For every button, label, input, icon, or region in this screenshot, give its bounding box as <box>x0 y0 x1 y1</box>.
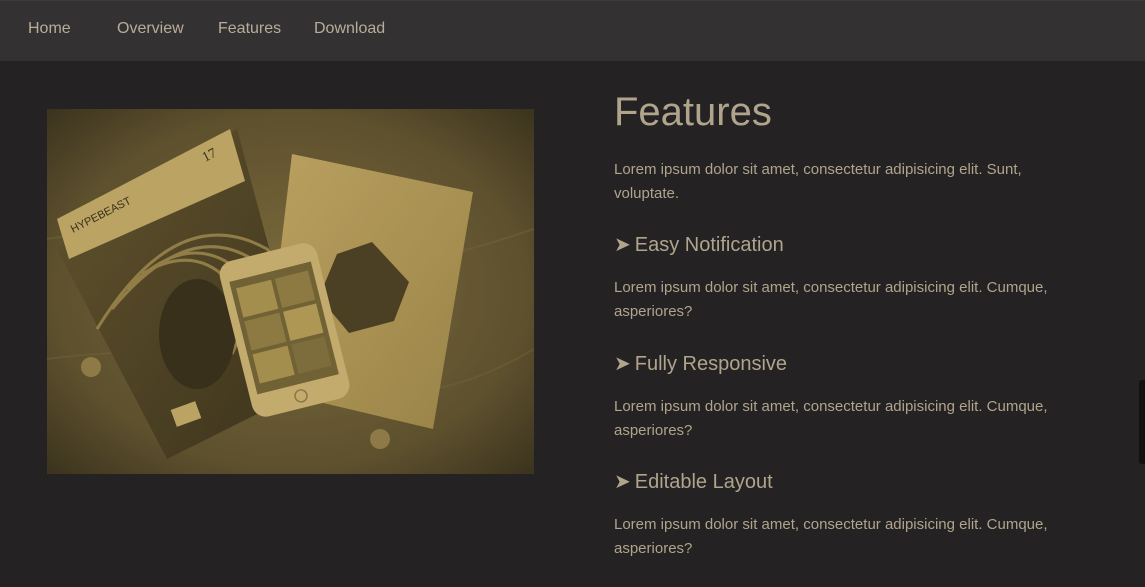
feature-heading-editable-layout: ➤ Editable Layout <box>614 469 773 494</box>
top-navbar: Home Overview Features Download <box>0 0 1145 61</box>
feature-description: Lorem ipsum dolor sit amet, consectetur … <box>614 516 1048 557</box>
arrow-icon: ➤ <box>614 234 631 256</box>
nav-link-features[interactable]: Features <box>218 20 281 38</box>
side-edge-tab[interactable] <box>1139 380 1145 464</box>
features-intro: Lorem ipsum dolor sit amet, consectetur … <box>614 161 1022 202</box>
arrow-icon: ➤ <box>614 353 631 375</box>
feature-heading-fully-responsive: ➤ Fully Responsive <box>614 351 787 376</box>
feature-heading-label: Editable Layout <box>634 471 773 493</box>
feature-description: Lorem ipsum dolor sit amet, consectetur … <box>614 279 1048 320</box>
features-section: HYPEBEAST 17 Features Lorem ipsum dolor … <box>0 61 1145 587</box>
feature-photo-illustration: HYPEBEAST 17 <box>47 109 534 474</box>
feature-heading-label: Easy Notification <box>634 234 784 256</box>
feature-heading-label: Fully Responsive <box>634 353 788 375</box>
arrow-icon: ➤ <box>614 471 631 493</box>
nav-link-home[interactable]: Home <box>28 20 71 38</box>
nav-link-download[interactable]: Download <box>314 20 385 38</box>
nav-link-overview[interactable]: Overview <box>117 20 184 38</box>
features-title: Features <box>614 90 772 134</box>
feature-heading-easy-notification: ➤ Easy Notification <box>614 232 784 257</box>
feature-photo: HYPEBEAST 17 <box>47 109 534 474</box>
feature-description: Lorem ipsum dolor sit amet, consectetur … <box>614 398 1048 439</box>
